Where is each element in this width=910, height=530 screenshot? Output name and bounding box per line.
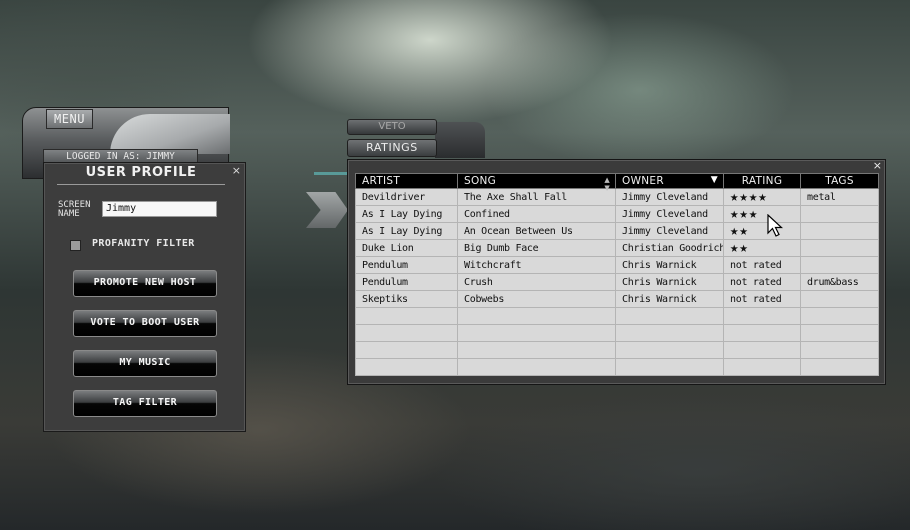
cell-owner: Jimmy Cleveland: [615, 188, 724, 206]
empty-cell: [457, 324, 616, 342]
column-header-tags[interactable]: TAGS: [800, 173, 879, 189]
ratings-table: ARTIST SONG ▲ ▼ OWNER ▼ RATING TAGS Devildr…: [355, 173, 879, 376]
cell-artist: Devildriver: [355, 188, 458, 206]
cell-owner: Chris Warnick: [615, 273, 724, 291]
empty-cell: [800, 307, 879, 325]
cell-owner: Christian Goodrich: [615, 239, 724, 257]
empty-cell: [355, 307, 458, 325]
empty-row: [355, 324, 879, 342]
accent-line: [314, 172, 348, 175]
sort-arrows-icon[interactable]: ▲ ▼: [604, 176, 610, 192]
cell-tags: [800, 239, 879, 257]
cell-song: Confined: [457, 205, 616, 223]
my-music-button[interactable]: MY MUSIC: [73, 350, 217, 377]
empty-cell: [615, 307, 724, 325]
cell-owner: Chris Warnick: [615, 290, 724, 308]
vote-to-boot-user-button[interactable]: VOTE TO BOOT USER: [73, 310, 217, 337]
cell-rating: not rated: [723, 290, 801, 308]
column-header-artist[interactable]: ARTIST: [355, 173, 458, 189]
cell-tags: [800, 256, 879, 274]
cell-owner: Jimmy Cleveland: [615, 222, 724, 240]
table-row[interactable]: Pendulum Witchcraft Chris Warnick not rated: [355, 256, 879, 274]
cell-artist: As I Lay Dying: [355, 205, 458, 223]
column-header-owner[interactable]: OWNER ▼: [615, 173, 724, 189]
cell-song: Big Dumb Face: [457, 239, 616, 257]
cell-rating: ★★★: [723, 205, 801, 223]
empty-cell: [457, 307, 616, 325]
cell-artist: Skeptiks: [355, 290, 458, 308]
empty-cell: [355, 358, 458, 376]
empty-cell: [355, 341, 458, 359]
cell-tags: [800, 290, 879, 308]
empty-cell: [457, 341, 616, 359]
veto-button[interactable]: VETO: [347, 119, 437, 135]
tag-filter-button[interactable]: TAG FILTER: [73, 390, 217, 417]
cell-song: Cobwebs: [457, 290, 616, 308]
menu-shine-decoration: [110, 114, 230, 154]
table-row[interactable]: Duke Lion Big Dumb Face Christian Goodrich…: [355, 239, 879, 257]
column-header-song-label: SONG: [464, 175, 497, 187]
cell-song: Witchcraft: [457, 256, 616, 274]
empty-cell: [800, 341, 879, 359]
cell-song: The Axe Shall Fall: [457, 188, 616, 206]
screen-name-label: SCREEN NAME: [58, 201, 91, 219]
cell-artist: Pendulum: [355, 256, 458, 274]
table-row[interactable]: Skeptiks Cobwebs Chris Warnick not rated: [355, 290, 879, 308]
empty-cell: [723, 307, 801, 325]
close-icon[interactable]: ×: [232, 164, 241, 177]
cell-tags: [800, 205, 879, 223]
table-row[interactable]: Devildriver The Axe Shall Fall Jimmy Cleve…: [355, 188, 879, 206]
cell-rating: ★★: [723, 239, 801, 257]
screen-name-label-line2: NAME: [58, 209, 80, 219]
empty-row: [355, 341, 879, 359]
profanity-filter-checkbox[interactable]: [70, 240, 81, 251]
cell-rating: ★★: [723, 222, 801, 240]
column-header-rating[interactable]: RATING: [723, 173, 801, 189]
cell-artist: Pendulum: [355, 273, 458, 291]
table-row[interactable]: Pendulum Crush Chris Warnick not rated drum&…: [355, 273, 879, 291]
panel-title: USER PROFILE: [57, 165, 225, 185]
empty-cell: [615, 358, 724, 376]
cell-owner: Jimmy Cleveland: [615, 205, 724, 223]
empty-cell: [723, 341, 801, 359]
empty-row: [355, 358, 879, 376]
column-header-owner-label: OWNER: [622, 175, 664, 187]
menu-button[interactable]: MENU: [46, 109, 93, 129]
empty-cell: [800, 358, 879, 376]
mouse-cursor-icon: [767, 214, 783, 237]
cell-song: An Ocean Between Us: [457, 222, 616, 240]
table-row[interactable]: As I Lay Dying Confined Jimmy Cleveland ★★★: [355, 205, 879, 223]
cell-artist: Duke Lion: [355, 239, 458, 257]
screen-name-input[interactable]: Jimmy: [102, 201, 217, 217]
tab-ratings[interactable]: RATINGS: [347, 139, 437, 157]
cell-tags: drum&bass: [800, 273, 879, 291]
cell-tags: metal: [800, 188, 879, 206]
promote-new-host-button[interactable]: PROMOTE NEW HOST: [73, 270, 217, 297]
empty-row: [355, 307, 879, 325]
cell-artist: As I Lay Dying: [355, 222, 458, 240]
close-icon[interactable]: ×: [873, 159, 882, 172]
tab-joint-decoration: [435, 122, 485, 158]
empty-cell: [615, 324, 724, 342]
ratings-window: × ARTIST SONG ▲ ▼ OWNER ▼ RATING TAGS Devil…: [347, 159, 886, 385]
cell-rating: ★★★★: [723, 188, 801, 206]
profanity-filter-label: PROFANITY FILTER: [92, 238, 195, 249]
empty-cell: [457, 358, 616, 376]
empty-cell: [723, 358, 801, 376]
cell-song: Crush: [457, 273, 616, 291]
cell-owner: Chris Warnick: [615, 256, 724, 274]
cell-rating: not rated: [723, 273, 801, 291]
empty-cell: [723, 324, 801, 342]
dropdown-arrow-icon[interactable]: ▼: [711, 175, 718, 185]
column-header-song[interactable]: SONG ▲ ▼: [457, 173, 616, 192]
cell-rating: not rated: [723, 256, 801, 274]
cell-tags: [800, 222, 879, 240]
empty-cell: [615, 341, 724, 359]
user-profile-panel: × USER PROFILE SCREEN NAME Jimmy PROFANI…: [43, 162, 246, 432]
empty-cell: [355, 324, 458, 342]
table-row[interactable]: As I Lay Dying An Ocean Between Us Jimmy C…: [355, 222, 879, 240]
empty-cell: [800, 324, 879, 342]
collapse-arrow-icon[interactable]: [306, 192, 348, 228]
